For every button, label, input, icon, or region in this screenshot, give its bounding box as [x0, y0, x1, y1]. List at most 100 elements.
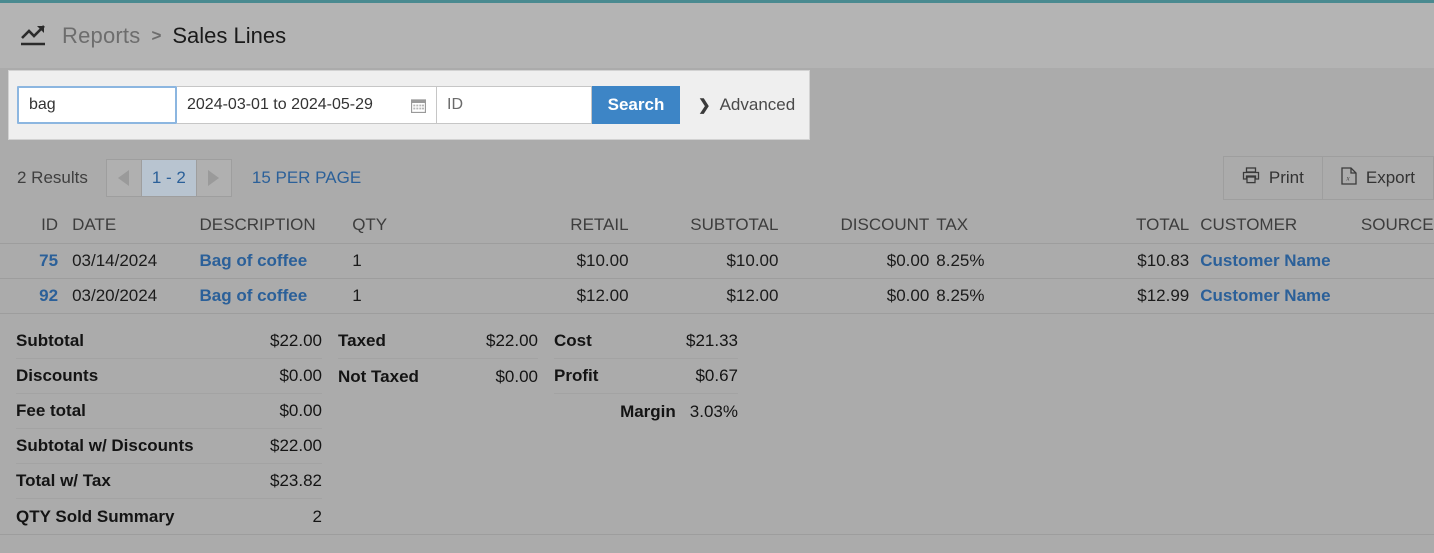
summary-column-totals: Subtotal $22.00 Discounts $0.00 Fee tota…: [0, 324, 322, 534]
column-header-date[interactable]: DATE: [58, 215, 199, 235]
column-header-qty[interactable]: QTY: [352, 215, 497, 235]
cell-date: 03/20/2024: [72, 286, 158, 305]
summary-label: Taxed: [338, 331, 386, 350]
summary-label: Cost: [554, 331, 592, 350]
advanced-label: Advanced: [719, 95, 796, 114]
summary-label: QTY Sold Summary: [16, 506, 175, 526]
printer-icon: [1242, 167, 1260, 189]
summary-label: Subtotal w/ Discounts: [16, 436, 194, 455]
sales-lines-table: ID DATE DESCRIPTION QTY RETAIL SUBTOTAL …: [0, 206, 1434, 314]
summary-row-subtotal: Subtotal $22.00: [16, 324, 322, 359]
summary-value: $21.33: [686, 331, 738, 350]
summary-row-fee-total: Fee total $0.00: [16, 394, 322, 429]
summary-row-profit: Profit $0.67: [554, 359, 738, 394]
page-title: Sales Lines: [172, 22, 287, 48]
summary-label: Discounts: [16, 366, 99, 385]
column-header-id[interactable]: ID: [0, 215, 58, 235]
summary-row-subtotal-with-discounts: Subtotal w/ Discounts $22.00: [16, 429, 322, 464]
column-header-subtotal[interactable]: SUBTOTAL: [629, 215, 778, 235]
per-page-selector[interactable]: 15 PER PAGE: [252, 168, 361, 188]
keyword-search-input[interactable]: bag: [17, 86, 177, 124]
advanced-search-toggle[interactable]: ❯ Advanced: [698, 95, 795, 115]
cell-customer[interactable]: Customer Name: [1189, 251, 1339, 271]
summary-column-profit: Cost $21.33 Profit $0.67 Margin 3.03%: [538, 324, 738, 534]
results-toolbar: 2 Results 1 - 2 15 PER PAGE Print x Expo…: [0, 150, 1434, 206]
cell-customer[interactable]: Customer Name: [1189, 286, 1339, 306]
column-header-tax[interactable]: TAX: [929, 215, 1075, 235]
next-page-button[interactable]: [195, 159, 232, 197]
reports-sales-lines-page: Reports > Sales Lines bag 2024-03-01 to …: [0, 0, 1434, 553]
summary-section: Subtotal $22.00 Discounts $0.00 Fee tota…: [0, 324, 1434, 534]
summary-row-taxed: Taxed $22.00: [338, 324, 538, 359]
table-row[interactable]: 92 03/20/2024 Bag of coffee 1 $12.00 $12…: [0, 279, 1434, 314]
summary-label: Margin: [620, 401, 676, 421]
column-header-discount[interactable]: DISCOUNT: [778, 215, 930, 235]
prev-page-button[interactable]: [105, 159, 142, 197]
date-range-input[interactable]: 2024-03-01 to 2024-05-29: [177, 86, 437, 124]
column-header-description[interactable]: DESCRIPTION: [199, 215, 352, 235]
summary-value: 3.03%: [689, 401, 738, 421]
id-search-placeholder: ID: [447, 96, 463, 113]
page-header: Reports > Sales Lines: [0, 3, 1434, 68]
search-panel: bag 2024-03-01 to 2024-05-29 ID Search ❯…: [8, 70, 810, 140]
summary-value: $0.00: [279, 366, 322, 385]
trend-chart-icon: [18, 23, 48, 49]
summary-value: $22.00: [486, 331, 538, 350]
pagination: 1 - 2: [105, 159, 232, 197]
cell-tax: 8.25%: [936, 251, 985, 270]
summary-label: Subtotal: [16, 331, 84, 350]
column-header-source[interactable]: SOURCE: [1339, 215, 1434, 235]
results-count: 2 Results: [17, 168, 88, 187]
export-label: Export: [1365, 168, 1415, 187]
print-label: Print: [1268, 168, 1304, 187]
bottom-divider: [0, 534, 1434, 535]
svg-text:x: x: [1345, 174, 1350, 182]
summary-row-margin: Margin 3.03%: [554, 394, 738, 429]
column-header-retail[interactable]: RETAIL: [497, 215, 628, 235]
cell-total: $12.99: [1137, 286, 1190, 305]
page-range-label[interactable]: 1 - 2: [141, 159, 196, 197]
summary-label: Not Taxed: [338, 366, 419, 386]
chevron-right-icon: ❯: [698, 97, 711, 114]
search-button[interactable]: Search: [592, 86, 680, 124]
chevron-left-icon: [118, 170, 130, 186]
cell-discount: $0.00: [886, 251, 930, 270]
excel-file-icon: x: [1341, 166, 1357, 190]
cell-total: $10.83: [1137, 251, 1190, 270]
cell-subtotal: $10.00: [726, 251, 779, 270]
summary-label: Profit: [554, 366, 599, 385]
id-search-input[interactable]: ID: [437, 86, 592, 124]
table-header-row: ID DATE DESCRIPTION QTY RETAIL SUBTOTAL …: [0, 206, 1434, 244]
summary-value: $0.67: [695, 366, 738, 385]
column-header-total[interactable]: TOTAL: [1075, 215, 1189, 235]
table-row[interactable]: 75 03/14/2024 Bag of coffee 1 $10.00 $10…: [0, 244, 1434, 279]
summary-row-discounts: Discounts $0.00: [16, 359, 322, 394]
cell-description[interactable]: Bag of coffee: [199, 251, 352, 271]
cell-tax: 8.25%: [936, 286, 985, 305]
calendar-icon[interactable]: [410, 98, 427, 113]
keyword-search-value: bag: [29, 96, 56, 113]
summary-value: 2: [312, 506, 322, 526]
summary-value: $0.00: [279, 401, 322, 420]
date-range-value: 2024-03-01 to 2024-05-29: [187, 96, 373, 113]
breadcrumb-reports[interactable]: Reports: [62, 23, 140, 49]
cell-id[interactable]: 92: [0, 286, 58, 306]
cell-date: 03/14/2024: [72, 251, 158, 270]
summary-label: Total w/ Tax: [16, 471, 111, 490]
cell-description[interactable]: Bag of coffee: [199, 286, 352, 306]
summary-row-cost: Cost $21.33: [554, 324, 738, 359]
export-button[interactable]: x Export: [1322, 156, 1434, 200]
chevron-right-icon: [208, 170, 220, 186]
cell-qty: 1: [352, 286, 362, 305]
print-button[interactable]: Print: [1222, 156, 1323, 200]
summary-label: Fee total: [16, 401, 86, 420]
column-header-customer[interactable]: CUSTOMER: [1189, 215, 1339, 235]
summary-value: $22.00: [270, 436, 322, 455]
toolbar-actions: Print x Export: [1222, 156, 1434, 200]
summary-row-total-with-tax: Total w/ Tax $23.82: [16, 464, 322, 499]
cell-id[interactable]: 75: [0, 251, 58, 271]
cell-retail: $12.00: [576, 286, 629, 305]
summary-value: $0.00: [495, 366, 538, 386]
summary-value: $23.82: [270, 471, 322, 490]
summary-row-not-taxed: Not Taxed $0.00: [338, 359, 538, 394]
